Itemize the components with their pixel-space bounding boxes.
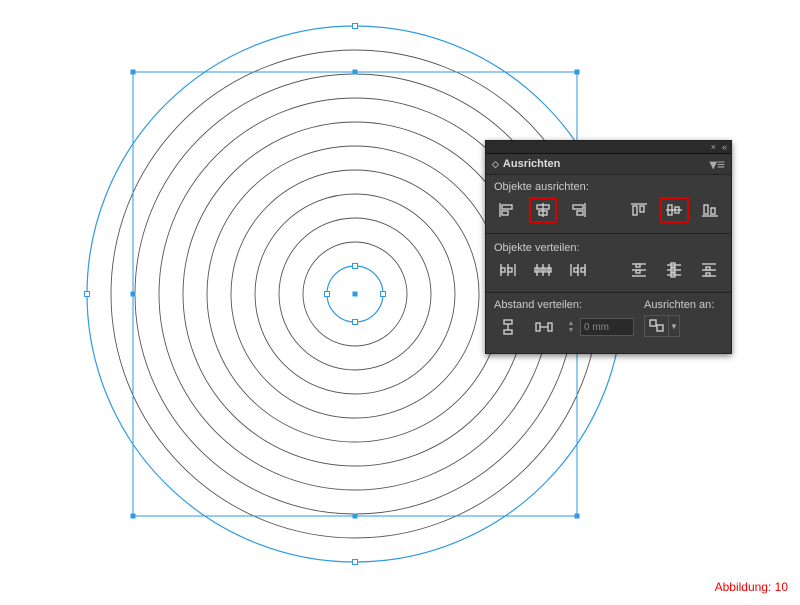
spacing-input[interactable]: 0 mm xyxy=(580,318,634,336)
dist-left-button[interactable] xyxy=(494,258,521,282)
align-h-center-icon xyxy=(534,202,552,218)
align-right-icon xyxy=(569,202,587,218)
dist-right-button[interactable] xyxy=(564,258,591,282)
align-bottom-icon xyxy=(701,202,719,218)
spacing-label: Abstand verteilen: xyxy=(494,299,634,311)
alignto-label: Ausrichten an: xyxy=(644,299,734,311)
panel-topbar: × « xyxy=(486,141,731,154)
dist-spacing-h-icon xyxy=(535,319,553,335)
distribute-label: Objekte verteilen: xyxy=(494,242,723,254)
section-spacing: Abstand verteilen: ▲▼ 0 mm xyxy=(494,299,634,345)
dist-v-center-icon xyxy=(665,262,683,278)
align-panel: × « ◇ Ausrichten ▾≡ Objekte ausrichten: xyxy=(485,140,732,354)
disclosure-icon: ◇ xyxy=(492,159,499,170)
dist-h-center-button[interactable] xyxy=(529,258,556,282)
align-label: Objekte ausrichten: xyxy=(494,181,723,193)
align-v-center-button[interactable] xyxy=(660,197,689,223)
align-top-icon xyxy=(630,202,648,218)
close-icon[interactable]: × xyxy=(711,143,716,152)
spacing-field[interactable]: ▲▼ 0 mm xyxy=(566,318,634,336)
align-right-button[interactable] xyxy=(565,198,592,222)
dist-h-center-icon xyxy=(534,262,552,278)
dist-top-button[interactable] xyxy=(626,258,653,282)
section-distribute: Objekte verteilen: xyxy=(486,236,731,290)
align-v-center-icon xyxy=(665,202,683,218)
dist-spacing-v-icon xyxy=(499,319,517,335)
alignto-dropdown[interactable]: ▼ xyxy=(644,315,680,337)
align-h-center-button[interactable] xyxy=(529,197,558,223)
section-alignto: Ausrichten an: ▼ xyxy=(644,299,734,345)
dist-v-center-button[interactable] xyxy=(661,258,688,282)
align-left-icon xyxy=(498,202,516,218)
panel-menu-icon[interactable]: ▾≡ xyxy=(710,159,725,169)
align-top-button[interactable] xyxy=(626,198,653,222)
stepper-icon[interactable]: ▲▼ xyxy=(566,318,576,336)
panel-title-bar[interactable]: ◇ Ausrichten ▾≡ xyxy=(486,154,731,175)
figure-caption: Abbildung: 10 xyxy=(715,580,788,594)
section-align: Objekte ausrichten: xyxy=(486,175,731,231)
alignto-selection-icon xyxy=(645,316,668,336)
dist-bottom-icon xyxy=(700,262,718,278)
collapse-icon[interactable]: « xyxy=(722,143,727,152)
dist-spacing-v-button[interactable] xyxy=(494,315,522,339)
dist-spacing-h-button[interactable] xyxy=(530,315,558,339)
align-bottom-button[interactable] xyxy=(697,198,724,222)
panel-title: Ausrichten xyxy=(503,158,560,170)
dist-left-icon xyxy=(499,262,517,278)
dist-top-icon xyxy=(630,262,648,278)
align-left-button[interactable] xyxy=(494,198,521,222)
dist-bottom-button[interactable] xyxy=(696,258,723,282)
dist-right-icon xyxy=(569,262,587,278)
chevron-down-icon: ▼ xyxy=(668,316,679,336)
